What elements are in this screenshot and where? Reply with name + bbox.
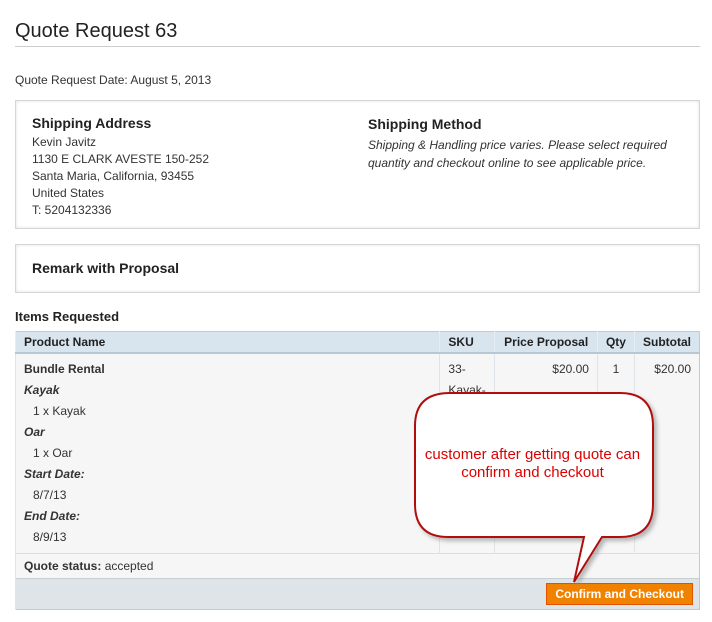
- callout-text: customer after getting quote can confirm…: [424, 446, 641, 481]
- callout-bubble: [414, 392, 654, 583]
